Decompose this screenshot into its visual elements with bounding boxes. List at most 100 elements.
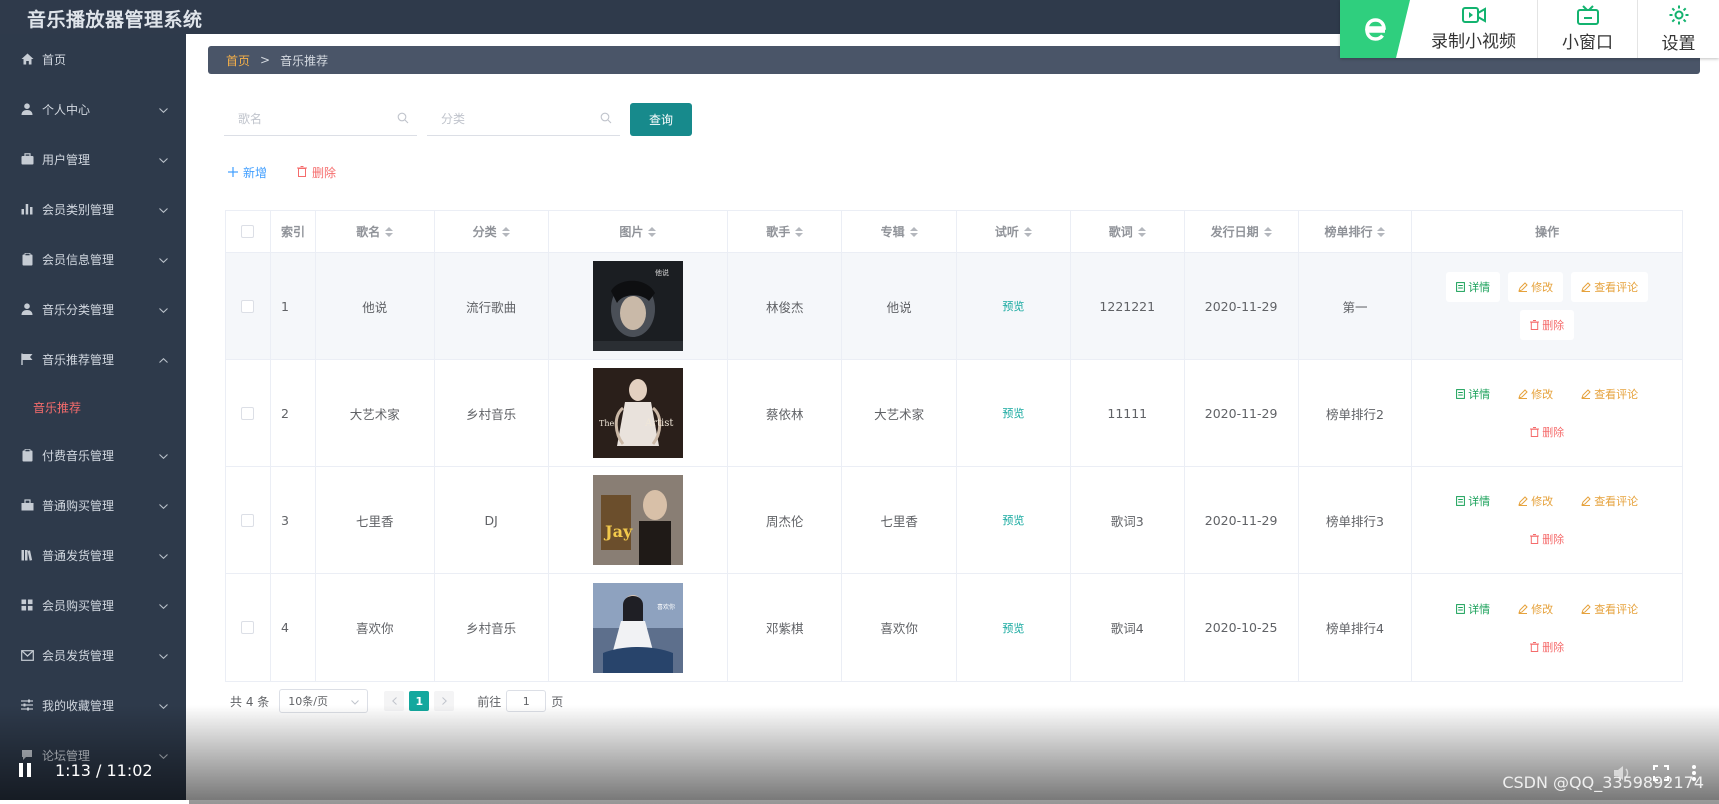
- table-header-cell[interactable]: 图片: [549, 211, 729, 252]
- sort-icon[interactable]: [795, 226, 804, 237]
- table-header-label: 图片: [619, 225, 644, 239]
- sort-icon[interactable]: [385, 226, 394, 237]
- table-row[interactable]: 4 喜欢你 乡村音乐 喜欢你 邓紫棋 喜欢你 预览 歌词4 2020-10-25 榜单排行4 详情修…: [226, 574, 1682, 681]
- table-header-cell[interactable]: 专辑: [842, 211, 957, 252]
- delete-button[interactable]: 删除: [1520, 524, 1574, 554]
- sidebar-item[interactable]: 音乐分类管理: [0, 284, 186, 334]
- view-comments-button[interactable]: 查看评论: [1571, 272, 1649, 302]
- row-checkbox[interactable]: [241, 621, 255, 634]
- sidebar-item[interactable]: 首页: [0, 34, 186, 84]
- table-header-cell[interactable]: 歌词: [1071, 211, 1185, 252]
- table-header-cell[interactable]: 歌手: [728, 211, 843, 252]
- sort-icon[interactable]: [909, 226, 918, 237]
- detail-button[interactable]: 详情: [1446, 272, 1501, 302]
- table-cell: 大艺术家: [842, 360, 957, 466]
- edit-button[interactable]: 修改: [1508, 594, 1563, 624]
- sort-icon[interactable]: [1263, 226, 1272, 237]
- edit-button[interactable]: 修改: [1508, 379, 1563, 409]
- row-checkbox[interactable]: [241, 513, 255, 527]
- preview-link[interactable]: 预览: [1002, 298, 1024, 314]
- sort-icon[interactable]: [501, 226, 510, 237]
- sidebar-item[interactable]: 个人中心: [0, 84, 186, 134]
- table-header-cell[interactable]: 分类: [435, 211, 549, 252]
- sidebar-item[interactable]: 付费音乐管理: [0, 430, 186, 480]
- table-row[interactable]: 2 大艺术家 乡村音乐 The Artist 蔡依林 大艺术家 预览 11111 2020-11-…: [226, 360, 1682, 467]
- record-video-button[interactable]: 录制小视频: [1410, 0, 1538, 58]
- chevron-down-icon: [159, 498, 168, 512]
- sidebar-subitem-music-recommend[interactable]: 音乐推荐: [0, 384, 186, 430]
- pause-button[interactable]: [18, 761, 32, 783]
- cell-album: 七里香: [880, 513, 918, 529]
- settings-button[interactable]: 设置: [1638, 0, 1719, 58]
- sidebar-item[interactable]: 普通发货管理: [0, 530, 186, 580]
- edit-button[interactable]: 修改: [1508, 486, 1563, 516]
- query-button[interactable]: 查询: [630, 102, 692, 136]
- view-comments-button[interactable]: 查看评论: [1571, 486, 1648, 516]
- edit-icon: [1581, 282, 1591, 292]
- mini-window-button[interactable]: 小窗口: [1538, 0, 1638, 58]
- edit-button[interactable]: 修改: [1508, 272, 1564, 302]
- table-cell: 他说: [316, 253, 435, 359]
- cell-category: 流行歌曲: [466, 299, 517, 315]
- preview-link[interactable]: 预览: [1002, 512, 1024, 528]
- view-comments-button[interactable]: 查看评论: [1571, 594, 1648, 624]
- table-cell: 歌词4: [1071, 574, 1185, 681]
- sort-icon[interactable]: [648, 226, 657, 237]
- chevron-down-icon: [159, 252, 168, 266]
- sidebar-item[interactable]: 会员发货管理: [0, 630, 186, 680]
- table-header-cell[interactable]: 榜单排行: [1299, 211, 1413, 252]
- preview-link[interactable]: 预览: [1002, 405, 1024, 421]
- preview-link[interactable]: 预览: [1002, 620, 1024, 636]
- sidebar-item[interactable]: 会员购买管理: [0, 580, 186, 630]
- table-row[interactable]: 1 他说 流行歌曲 他说 林俊杰 他说 预览 1221221 2020-11-29 第一 详情 修改查…: [226, 253, 1682, 360]
- table-cell: 大艺术家: [316, 360, 435, 466]
- table-cell: 喜欢你: [842, 574, 957, 681]
- content-panel: 查询 新增 删除 索引歌名分类图片歌手专辑试听歌词发行日期榜单排行操作1他说流行…: [208, 84, 1700, 724]
- watermark: CSDN @QQ_3359892174: [1502, 773, 1704, 792]
- detail-button[interactable]: 详情: [1446, 594, 1500, 624]
- table-cell: 林俊杰: [728, 253, 843, 359]
- sidebar-item-label: 会员购买管理: [42, 598, 115, 613]
- table-header-cell[interactable]: 歌名: [316, 211, 435, 252]
- edit-icon: [1518, 496, 1528, 506]
- batch-delete-button[interactable]: 删除: [297, 164, 336, 181]
- row-checkbox[interactable]: [241, 406, 255, 420]
- briefcase-icon: [20, 152, 34, 166]
- delete-button[interactable]: 删除: [1520, 632, 1574, 662]
- sort-icon[interactable]: [1137, 226, 1146, 237]
- view-comments-button-label: 查看评论: [1594, 602, 1639, 616]
- cell-rank: 榜单排行4: [1325, 621, 1384, 636]
- sidebar-item[interactable]: 普通购买管理: [0, 480, 186, 530]
- sort-icon[interactable]: [1377, 226, 1386, 237]
- add-button[interactable]: 新增: [228, 164, 267, 181]
- delete-button[interactable]: 删除: [1520, 417, 1574, 447]
- category-input[interactable]: [441, 111, 581, 126]
- table-header-row: 索引 歌名 分类 图片 歌手 专辑 试听 歌词 发行日期 榜单排行 操作: [226, 211, 1682, 253]
- breadcrumb-home[interactable]: 首页: [226, 52, 250, 69]
- sort-icon[interactable]: [1023, 226, 1032, 237]
- table-cell: DJ: [435, 467, 549, 573]
- chevron-down-icon: [159, 152, 168, 166]
- sidebar-item[interactable]: 用户管理: [0, 134, 186, 184]
- detail-button[interactable]: 详情: [1446, 486, 1500, 516]
- row-checkbox[interactable]: [241, 299, 255, 313]
- table-cell: 榜单排行2: [1299, 360, 1413, 466]
- cell-name: 大艺术家: [349, 406, 400, 422]
- trash-icon: [1530, 534, 1540, 544]
- sidebar-item[interactable]: 会员类别管理: [0, 184, 186, 234]
- cell-index: 1: [280, 298, 289, 314]
- table-row[interactable]: 3 七里香 DJ Jay 周杰伦 七里香 预览 歌词3 2020-11-29 榜单排行3 详情 修改 查…: [226, 467, 1682, 574]
- video-progress-bar[interactable]: [0, 800, 1719, 804]
- table-header-cell[interactable]: 发行日期: [1185, 211, 1299, 252]
- sidebar-item[interactable]: 音乐推荐管理: [0, 334, 186, 384]
- table-header-label: 歌词: [1108, 225, 1133, 239]
- view-comments-button[interactable]: 查看评论: [1571, 379, 1648, 409]
- delete-button[interactable]: 删除: [1520, 310, 1575, 340]
- select-all-checkbox[interactable]: [241, 225, 255, 238]
- table-header-cell[interactable]: 试听: [957, 211, 1071, 252]
- sidebar-item[interactable]: 会员信息管理: [0, 234, 186, 284]
- song-name-input[interactable]: [238, 111, 378, 126]
- detail-button[interactable]: 详情: [1446, 379, 1500, 409]
- add-button-label: 新增: [243, 166, 268, 180]
- sidebar-item-label: 普通发货管理: [42, 548, 115, 563]
